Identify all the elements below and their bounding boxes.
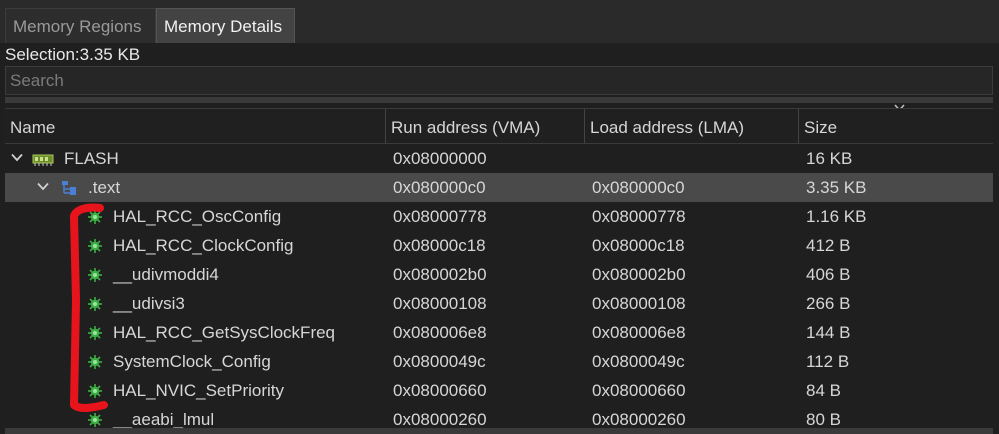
tree-row-symbol[interactable]: __aeabi_lmul 0x08000260 0x08000260 80 B bbox=[5, 405, 993, 428]
bottom-scrollbar[interactable] bbox=[5, 428, 993, 434]
tree-row-symbol[interactable]: SystemClock_Config 0x0800049c 0x0800049c… bbox=[5, 347, 993, 376]
tree-row-text[interactable]: .text 0x080000c0 0x080000c0 3.35 KB bbox=[5, 173, 993, 202]
tree-row-symbol[interactable]: HAL_RCC_GetSysClockFreq 0x080006e8 0x080… bbox=[5, 318, 993, 347]
row-lma: 0x08000260 bbox=[592, 410, 686, 428]
row-size: 1.16 KB bbox=[806, 207, 867, 226]
row-lma: 0x08000108 bbox=[592, 294, 686, 313]
tree-row-flash[interactable]: FLASH 0x08000000 16 KB bbox=[5, 144, 993, 173]
tab-memory-regions[interactable]: Memory Regions bbox=[5, 8, 156, 43]
row-lma: 0x080000c0 bbox=[592, 178, 685, 197]
row-size: 80 B bbox=[806, 410, 841, 428]
row-lma: 0x08000c18 bbox=[592, 236, 685, 255]
row-size: 144 B bbox=[806, 323, 851, 342]
row-vma: 0x080000c0 bbox=[393, 178, 486, 197]
tree-row-symbol[interactable]: HAL_NVIC_SetPriority 0x08000660 0x080006… bbox=[5, 376, 993, 405]
row-name: HAL_RCC_OscConfig bbox=[113, 207, 282, 226]
table-header: Name Run address (VMA) Load address (LMA… bbox=[5, 108, 993, 144]
row-vma: 0x08000000 bbox=[393, 149, 487, 168]
row-lma: 0x08000778 bbox=[592, 207, 686, 226]
row-name: SystemClock_Config bbox=[113, 352, 271, 371]
row-lma: 0x080006e8 bbox=[592, 323, 686, 342]
row-name: HAL_NVIC_SetPriority bbox=[113, 381, 285, 400]
row-vma: 0x08000660 bbox=[393, 381, 487, 400]
row-vma: 0x08000108 bbox=[393, 294, 487, 313]
row-name: FLASH bbox=[64, 149, 119, 168]
row-name: __udivmoddi4 bbox=[113, 265, 219, 284]
row-name: __udivsi3 bbox=[113, 294, 185, 313]
row-size: 84 B bbox=[806, 381, 841, 400]
row-name: .text bbox=[88, 178, 121, 197]
row-vma: 0x080002b0 bbox=[393, 265, 487, 284]
tab-memory-details[interactable]: Memory Details bbox=[156, 8, 295, 43]
tree-row-symbol[interactable]: HAL_RCC_ClockConfig 0x08000c18 0x08000c1… bbox=[5, 231, 993, 260]
row-lma: 0x08000660 bbox=[592, 381, 686, 400]
selection-summary: Selection:3.35 KB bbox=[5, 45, 141, 64]
tab-bar: Memory Regions Memory Details bbox=[0, 0, 999, 43]
row-size: 406 B bbox=[806, 265, 851, 284]
row-size: 266 B bbox=[806, 294, 851, 313]
column-header-vma[interactable]: Run address (VMA) bbox=[385, 109, 584, 143]
column-header-lma[interactable]: Load address (LMA) bbox=[584, 109, 798, 143]
row-size: 412 B bbox=[806, 236, 851, 255]
top-scrollbar[interactable] bbox=[5, 97, 993, 103]
tree-row-symbol[interactable]: __udivmoddi4 0x080002b0 0x080002b0 406 B bbox=[5, 260, 993, 289]
row-size: 16 KB bbox=[806, 149, 853, 168]
row-lma: 0x0800049c bbox=[592, 352, 685, 371]
row-size: 112 B bbox=[806, 352, 850, 371]
row-name: __aeabi_lmul bbox=[113, 410, 215, 428]
row-vma: 0x08000778 bbox=[393, 207, 487, 226]
tree-row-symbol[interactable]: __udivsi3 0x08000108 0x08000108 266 B bbox=[5, 289, 993, 318]
search-box[interactable] bbox=[5, 66, 993, 95]
search-input[interactable] bbox=[6, 67, 992, 94]
row-vma: 0x08000260 bbox=[393, 410, 487, 428]
tree-row-symbol[interactable]: HAL_RCC_OscConfig 0x08000778 0x08000778 … bbox=[5, 202, 993, 231]
memory-details-tree: FLASH 0x08000000 16 KB .text 0x080000c0 … bbox=[5, 144, 993, 428]
row-vma: 0x0800049c bbox=[393, 352, 486, 371]
row-name: HAL_RCC_ClockConfig bbox=[113, 236, 294, 255]
row-vma: 0x080006e8 bbox=[393, 323, 487, 342]
row-size: 3.35 KB bbox=[806, 178, 867, 197]
row-name: HAL_RCC_GetSysClockFreq bbox=[113, 323, 336, 342]
row-lma: 0x080002b0 bbox=[592, 265, 686, 284]
column-header-name[interactable]: Name bbox=[5, 109, 385, 143]
row-vma: 0x08000c18 bbox=[393, 236, 486, 255]
column-header-size[interactable]: Size bbox=[798, 109, 993, 143]
